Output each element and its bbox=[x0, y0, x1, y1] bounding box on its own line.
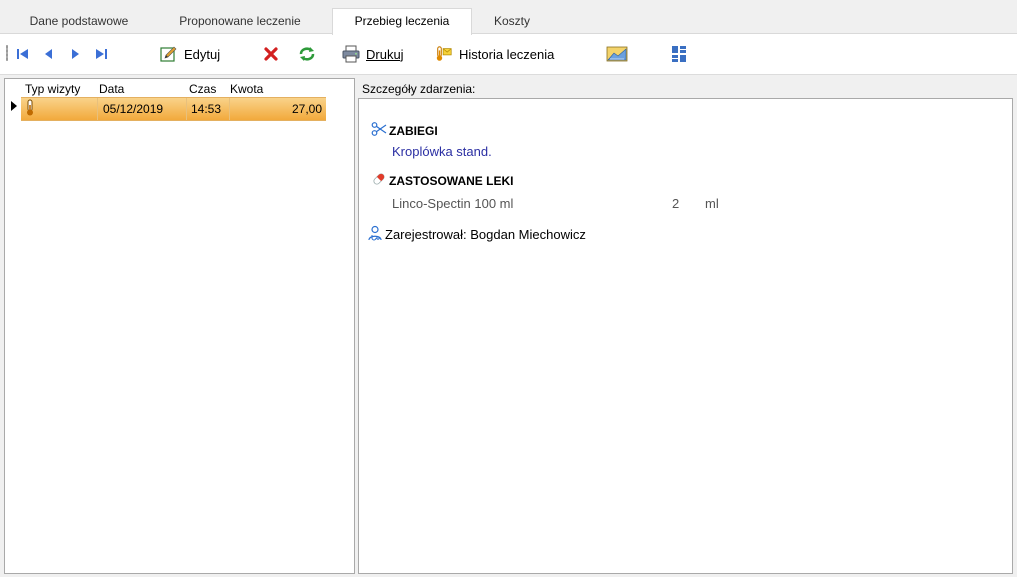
layout-button[interactable] bbox=[670, 42, 688, 66]
thermometer-icon bbox=[25, 99, 35, 120]
column-header-amount[interactable]: Kwota bbox=[230, 82, 263, 96]
next-record-button[interactable] bbox=[66, 42, 84, 66]
previous-record-button[interactable] bbox=[40, 42, 58, 66]
scissors-icon bbox=[371, 121, 387, 140]
delete-button[interactable] bbox=[262, 42, 280, 66]
row-separator bbox=[97, 98, 98, 120]
toolbar: Edytuj Drukuj Historia leczenia bbox=[0, 34, 1017, 75]
tab-proponowane-leczenie[interactable]: Proponowane leczenie bbox=[162, 10, 318, 33]
first-record-button[interactable] bbox=[14, 42, 32, 66]
tab-dane-podstawowe[interactable]: Dane podstawowe bbox=[14, 10, 144, 33]
last-record-button[interactable] bbox=[92, 42, 110, 66]
row-time: 14:53 bbox=[191, 102, 222, 116]
previous-record-icon bbox=[40, 45, 58, 63]
row-separator bbox=[229, 98, 230, 120]
first-record-icon bbox=[14, 45, 32, 63]
current-row-indicator bbox=[11, 101, 17, 111]
column-header-time[interactable]: Czas bbox=[189, 82, 216, 96]
chart-button[interactable] bbox=[606, 42, 628, 66]
row-amount: 27,00 bbox=[291, 102, 322, 116]
printer-icon bbox=[342, 45, 360, 63]
registered-by-text: Zarejestrował: Bogdan Miechowicz bbox=[385, 227, 586, 242]
history-label: Historia leczenia bbox=[459, 46, 555, 62]
registered-by-row: Zarejestrował: Bogdan Miechowicz bbox=[367, 225, 586, 244]
tab-koszty[interactable]: Koszty bbox=[484, 10, 540, 33]
details-label: Szczegóły zdarzenia: bbox=[362, 82, 476, 96]
column-header-date[interactable]: Data bbox=[99, 82, 124, 96]
edit-icon bbox=[160, 45, 178, 63]
print-label: Drukuj bbox=[366, 46, 404, 62]
refresh-icon bbox=[298, 45, 316, 63]
pill-icon bbox=[371, 171, 387, 190]
grid-header: Typ wizyty Data Czas Kwota bbox=[5, 79, 354, 97]
drug-name: Linco-Spectin 100 ml bbox=[392, 196, 514, 211]
edit-label: Edytuj bbox=[184, 46, 221, 62]
refresh-button[interactable] bbox=[298, 42, 316, 66]
procedures-title: ZABIEGI bbox=[389, 123, 438, 138]
row-date: 05/12/2019 bbox=[103, 102, 164, 116]
last-record-icon bbox=[92, 45, 110, 63]
edit-button[interactable]: Edytuj bbox=[160, 42, 220, 66]
drug-quantity: 2 bbox=[672, 196, 680, 211]
thermometer-history-icon bbox=[435, 45, 453, 63]
drug-unit: ml bbox=[705, 196, 719, 211]
print-button[interactable]: Drukuj bbox=[342, 42, 404, 66]
next-record-icon bbox=[66, 45, 84, 63]
visits-grid: Typ wizyty Data Czas Kwota 05/12/2019 14… bbox=[4, 78, 355, 574]
details-panel: ZABIEGI Kroplówka stand. ZASTOSOWANE LEK… bbox=[358, 98, 1013, 574]
column-header-visit-type[interactable]: Typ wizyty bbox=[25, 82, 80, 96]
history-button[interactable]: Historia leczenia bbox=[435, 42, 554, 66]
toolbar-grip[interactable] bbox=[6, 45, 8, 61]
procedure-item: Kroplówka stand. bbox=[392, 144, 492, 159]
tab-strip: Dane podstawowe Proponowane leczenie Prz… bbox=[0, 0, 1017, 35]
drugs-heading: ZASTOSOWANE LEKI bbox=[371, 171, 513, 190]
chart-icon bbox=[606, 45, 628, 63]
drugs-title: ZASTOSOWANE LEKI bbox=[389, 173, 514, 188]
procedures-heading: ZABIEGI bbox=[371, 121, 438, 140]
tab-przebieg-leczenia[interactable]: Przebieg leczenia bbox=[332, 8, 472, 35]
delete-icon bbox=[262, 45, 280, 63]
row-separator bbox=[186, 98, 187, 120]
table-row[interactable]: 05/12/2019 14:53 27,00 bbox=[21, 97, 326, 121]
grid-layout-icon bbox=[670, 45, 688, 63]
doctor-icon bbox=[367, 225, 383, 244]
